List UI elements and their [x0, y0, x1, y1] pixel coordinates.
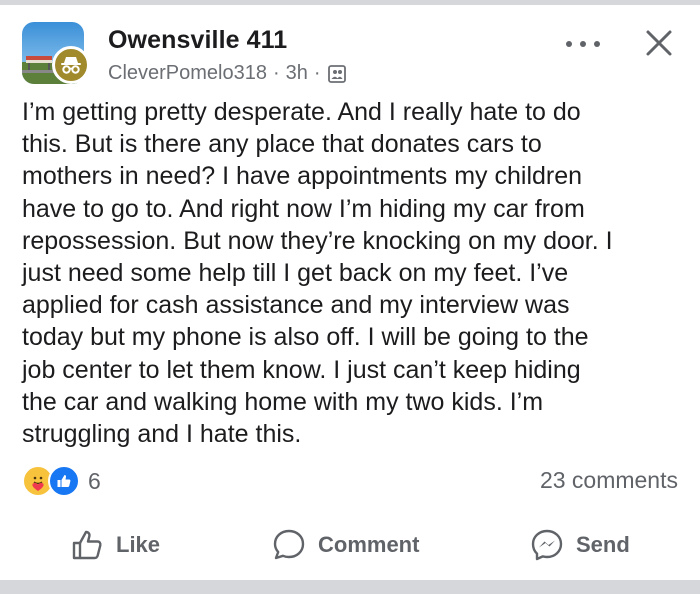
comments-count[interactable]: 23 comments	[540, 467, 678, 494]
reactions-summary[interactable]: 6	[22, 465, 101, 497]
comment-label: Comment	[318, 532, 420, 557]
send-label: Send	[576, 532, 630, 557]
meta-separator: ·	[313, 62, 321, 84]
like-label: Like	[116, 532, 161, 557]
post-time[interactable]: 3h	[286, 62, 308, 85]
send-button[interactable]: Send	[530, 520, 630, 570]
bottom-divider	[0, 580, 700, 594]
messenger-icon	[531, 529, 563, 561]
more-options-icon[interactable]	[566, 38, 600, 50]
reaction-count: 6	[88, 467, 101, 494]
thumbs-up-icon	[72, 530, 102, 560]
like-button[interactable]: Like	[70, 520, 160, 570]
meta-separator: ·	[272, 62, 280, 84]
action-bar: Like Comment Send	[0, 520, 700, 570]
like-reaction-icon	[48, 465, 80, 497]
group-name[interactable]: Owensville 411	[108, 26, 287, 55]
audience-group-icon	[327, 64, 347, 84]
top-divider	[0, 0, 700, 5]
post-body-text: I’m getting pretty desperate. And I real…	[22, 98, 613, 449]
close-icon[interactable]	[644, 28, 674, 58]
post-meta: CleverPomelo318 · 3h ·	[108, 62, 347, 85]
comment-button[interactable]: Comment	[272, 520, 419, 570]
comment-bubble-icon	[273, 529, 305, 560]
author-name[interactable]: CleverPomelo318	[108, 62, 267, 85]
anonymous-member-icon	[52, 46, 90, 84]
